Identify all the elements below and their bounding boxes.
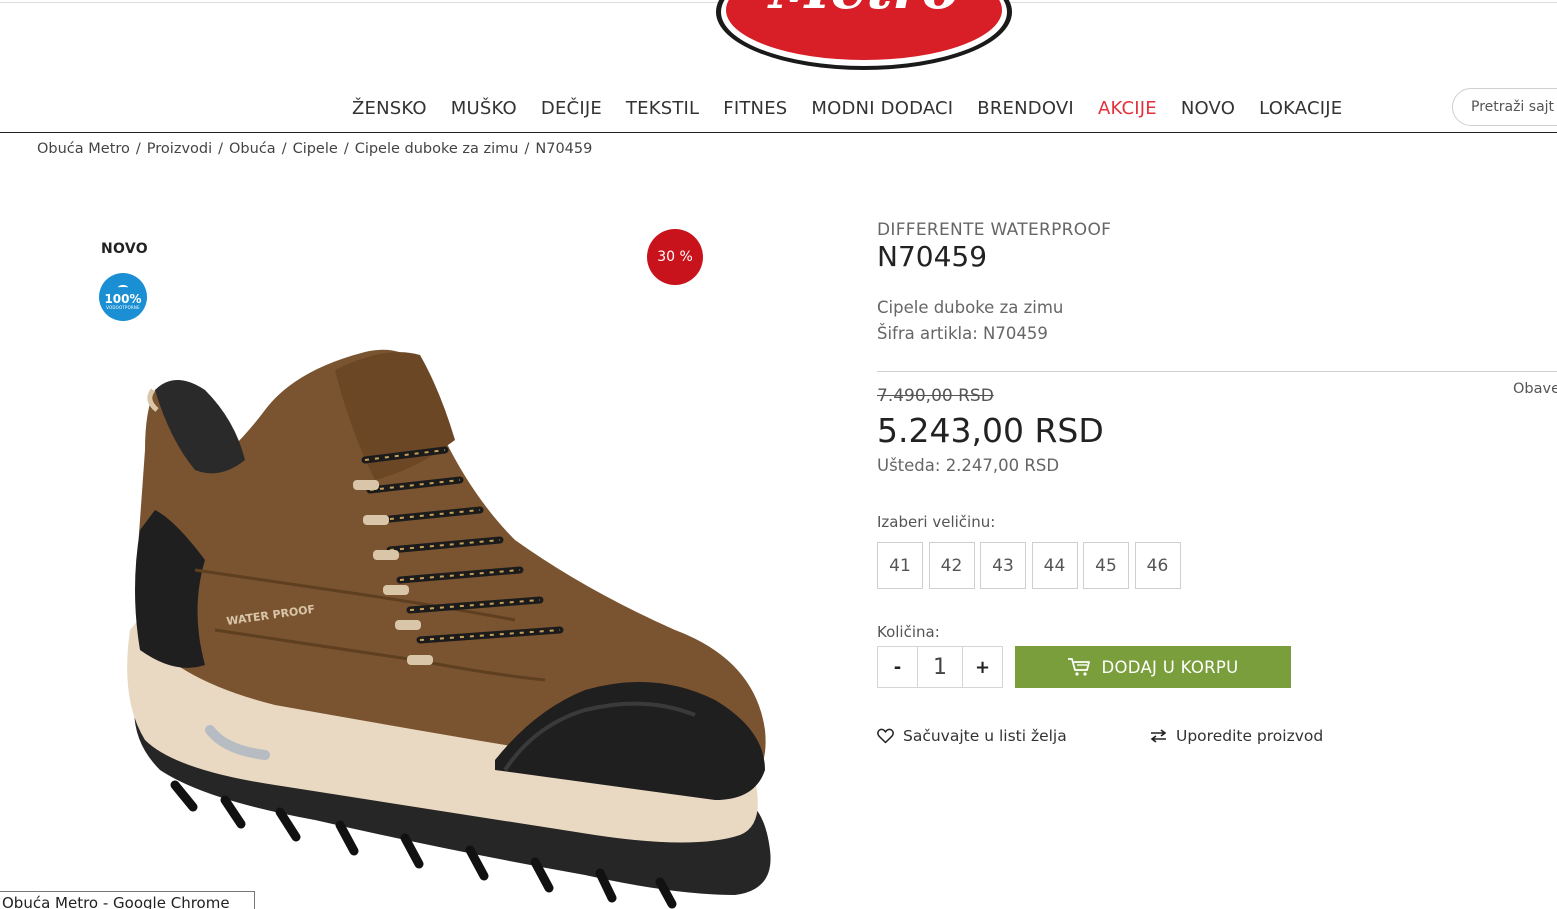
main-nav: ŽENSKO MUŠKO DEČIJE TEKSTIL FITNES MODNI… <box>340 94 1354 122</box>
cart-icon <box>1067 657 1091 677</box>
add-to-cart-button[interactable]: DODAJ U KORPU <box>1015 646 1291 688</box>
sku-value: N70459 <box>983 324 1048 343</box>
current-price: 5.243,00 RSD <box>877 411 1104 450</box>
waterproof-caption: VODOOTPORNE <box>106 304 140 310</box>
breadcrumb-separator: / <box>135 141 141 157</box>
nav-item-modni-dodaci[interactable]: MODNI DODACI <box>811 98 953 119</box>
size-option[interactable]: 41 <box>877 542 923 589</box>
size-label: Izaberi veličinu: <box>877 513 996 531</box>
quantity-increase-button[interactable]: + <box>962 646 1003 688</box>
product-brand: DIFFERENTE WATERPROOF <box>877 220 1112 240</box>
breadcrumb-cipele-duboke[interactable]: Cipele duboke za zimu <box>355 141 519 157</box>
discount-badge: 30 % <box>647 229 703 285</box>
saving-value: 2.247,00 RSD <box>945 456 1060 475</box>
nav-item-akcije[interactable]: AKCIJE <box>1098 98 1157 119</box>
sku-label: Šifra artikla: <box>877 324 984 343</box>
search-box[interactable] <box>1452 88 1557 126</box>
nav-item-decije[interactable]: DEČIJE <box>541 98 602 119</box>
wishlist-label: Sačuvajte u listi želja <box>903 727 1067 745</box>
breadcrumb-cipele[interactable]: Cipele <box>293 141 338 157</box>
info-divider <box>877 371 1557 372</box>
breadcrumb-home[interactable]: Obuća Metro <box>37 141 130 157</box>
size-selector: 41 42 43 44 45 46 <box>877 542 1186 589</box>
breadcrumb-obuca[interactable]: Obuća <box>229 141 276 157</box>
compare-arrows-icon <box>1150 729 1167 743</box>
breadcrumb-current: N70459 <box>535 141 593 157</box>
breadcrumb-separator: / <box>343 141 349 157</box>
breadcrumb-proizvodi[interactable]: Proizvodi <box>147 141 212 157</box>
search-input[interactable] <box>1471 99 1557 115</box>
waterproof-percent: 100% <box>104 291 142 306</box>
metro-logo[interactable]: Metro <box>712 0 1017 72</box>
quantity-decrease-button[interactable]: - <box>877 646 918 688</box>
old-price: 7.490,00 RSD <box>877 386 994 406</box>
window-tooltip: Obuća Metro - Google Chrome <box>0 891 255 909</box>
size-option[interactable]: 45 <box>1083 542 1129 589</box>
breadcrumb-separator: / <box>281 141 287 157</box>
size-option[interactable]: 46 <box>1134 542 1181 589</box>
required-note: Obave <box>1513 381 1557 397</box>
nav-item-musko[interactable]: MUŠKO <box>451 98 517 119</box>
compare-link[interactable]: Uporedite proizvod <box>1150 727 1323 745</box>
new-badge: NOVO <box>101 241 148 257</box>
nav-divider <box>0 132 1557 133</box>
saving: Ušteda: 2.247,00 RSD <box>877 456 1059 475</box>
waterproof-badge: 100% VODOOTPORNE <box>99 273 147 321</box>
product-sku: Šifra artikla: N70459 <box>877 324 1048 343</box>
breadcrumb-separator: / <box>524 141 530 157</box>
logo-text: Metro <box>767 0 959 22</box>
breadcrumb-separator: / <box>218 141 224 157</box>
add-to-cart-label: DODAJ U KORPU <box>1101 657 1239 677</box>
heart-icon <box>877 728 894 744</box>
compare-label: Uporedite proizvod <box>1176 727 1324 745</box>
quantity-stepper: - 1 + <box>877 646 1003 688</box>
size-option[interactable]: 43 <box>980 542 1026 589</box>
product-category: Cipele duboke za zimu <box>877 298 1064 317</box>
breadcrumb: Obuća Metro / Proizvodi / Obuća / Cipele… <box>37 141 592 157</box>
size-option[interactable]: 44 <box>1031 542 1078 589</box>
nav-item-novo[interactable]: NOVO <box>1181 98 1235 119</box>
nav-item-tekstil[interactable]: TEKSTIL <box>626 98 699 119</box>
quantity-input[interactable]: 1 <box>918 646 962 688</box>
product-title: N70459 <box>877 240 988 273</box>
quantity-label: Količina: <box>877 623 940 641</box>
size-option[interactable]: 42 <box>928 542 975 589</box>
nav-item-lokacije[interactable]: LOKACIJE <box>1259 98 1342 119</box>
saving-label: Ušteda: <box>877 456 946 475</box>
water-drop-icon <box>118 284 128 290</box>
product-image[interactable]: WATER PROOF <box>115 330 785 909</box>
wishlist-link[interactable]: Sačuvajte u listi želja <box>877 727 1067 745</box>
nav-item-zensko[interactable]: ŽENSKO <box>352 98 427 119</box>
nav-item-brendovi[interactable]: BRENDOVI <box>977 98 1074 119</box>
nav-item-fitnes[interactable]: FITNES <box>723 98 787 119</box>
